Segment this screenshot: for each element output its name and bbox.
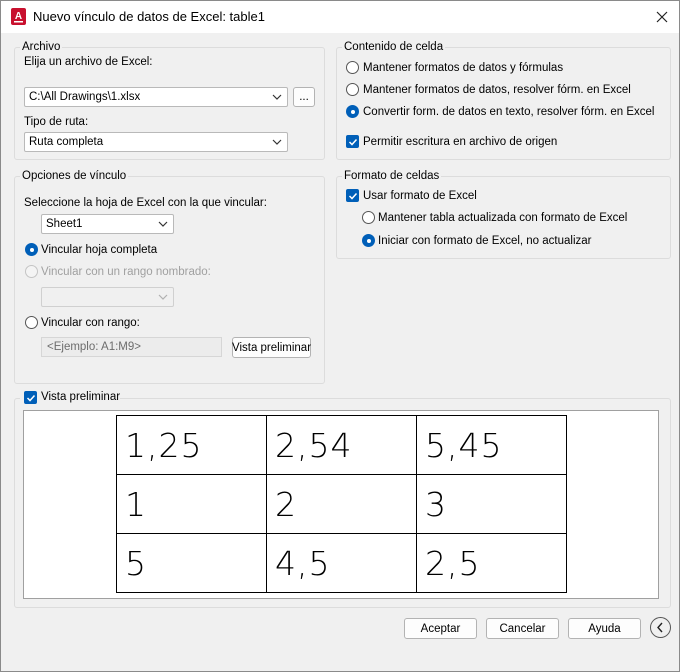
checkmark-icon	[348, 138, 358, 146]
sheet-label: Seleccione la hoja de Excel con la que v…	[24, 197, 267, 209]
chevron-left-icon	[657, 622, 663, 633]
radio-keep-updated[interactable]	[362, 211, 375, 224]
link-range-label: Vincular con rango:	[41, 317, 140, 329]
table-cell: 1	[116, 474, 267, 534]
window-title: Nuevo vínculo de datos de Excel: table1	[33, 9, 265, 24]
path-type-label: Tipo de ruta:	[24, 116, 89, 128]
preview-button[interactable]: Vista preliminar	[232, 337, 311, 358]
preview-checkbox[interactable]	[24, 391, 37, 404]
chevron-down-icon	[158, 294, 168, 300]
preview-area: 1,25 2,54 5,45 1 2 3 5 4,5 2,5	[23, 410, 659, 599]
formato-legend: Formato de celdas	[344, 170, 440, 182]
allow-write-checkbox[interactable]	[346, 135, 359, 148]
title-bar: A Nuevo vínculo de datos de Excel: table…	[1, 1, 679, 33]
convert-text-label: Convertir form. de datos en texto, resol…	[363, 106, 655, 118]
opciones-legend: Opciones de vínculo	[22, 170, 127, 182]
sheet-value: Sheet1	[46, 218, 83, 230]
use-excel-format-label: Usar formato de Excel	[363, 190, 477, 202]
range-input-field[interactable]	[42, 338, 221, 356]
file-label: Elija un archivo de Excel:	[24, 56, 153, 68]
preview-table: 1,25 2,54 5,45 1 2 3 5 4,5 2,5	[116, 415, 567, 593]
table-cell: 2,54	[266, 415, 417, 475]
radio-keep-formats[interactable]	[346, 61, 359, 74]
browse-button[interactable]: ...	[293, 87, 315, 107]
keep-updated-label: Mantener tabla actualizada con formato d…	[378, 212, 628, 224]
checkmark-icon	[348, 192, 358, 200]
help-button[interactable]: Ayuda	[568, 618, 641, 639]
path-type-combobox[interactable]: Ruta completa	[24, 132, 288, 152]
allow-write-label: Permitir escritura en archivo de origen	[363, 136, 558, 148]
table-row: 1,25 2,54 5,45	[116, 415, 567, 475]
resolve-excel-label: Mantener formatos de datos, resolver fór…	[363, 84, 631, 96]
preview-label: Vista preliminar	[41, 391, 121, 403]
keep-formats-label: Mantener formatos de datos y fórmulas	[363, 62, 564, 74]
sheet-combobox[interactable]: Sheet1	[41, 214, 174, 234]
radio-start-no-update[interactable]	[362, 234, 375, 247]
path-type-value: Ruta completa	[29, 136, 104, 148]
table-cell: 2	[266, 474, 417, 534]
file-value: C:\All Drawings\1.xlsx	[29, 91, 141, 103]
start-no-update-label: Iniciar con formato de Excel, no actuali…	[378, 235, 592, 247]
table-cell: 5	[116, 533, 267, 593]
table-row: 1 2 3	[116, 474, 567, 534]
table-cell: 4,5	[266, 533, 417, 593]
radio-link-range[interactable]	[25, 316, 38, 329]
chevron-down-icon	[158, 221, 168, 227]
radio-convert-text[interactable]	[346, 105, 359, 118]
svg-text:A: A	[15, 11, 22, 22]
radio-link-entire-sheet[interactable]	[25, 243, 38, 256]
checkmark-icon	[26, 394, 36, 402]
radio-link-named-range[interactable]	[25, 265, 38, 278]
file-combobox[interactable]: C:\All Drawings\1.xlsx	[24, 87, 288, 107]
chevron-down-icon	[272, 139, 282, 145]
dialog-window: A Nuevo vínculo de datos de Excel: table…	[0, 0, 680, 672]
table-cell: 1,25	[116, 415, 267, 475]
table-cell: 3	[416, 474, 567, 534]
radio-resolve-excel[interactable]	[346, 83, 359, 96]
range-input[interactable]	[41, 337, 222, 357]
use-excel-format-checkbox[interactable]	[346, 189, 359, 202]
ok-button[interactable]: Aceptar	[404, 618, 477, 639]
chevron-down-icon	[272, 94, 282, 100]
link-entire-label: Vincular hoja completa	[41, 244, 158, 256]
close-icon	[656, 11, 668, 23]
autocad-app-icon: A	[11, 8, 26, 25]
archivo-legend: Archivo	[22, 41, 61, 53]
table-cell: 5,45	[416, 415, 567, 475]
contenido-legend: Contenido de celda	[344, 41, 444, 53]
table-cell: 2,5	[416, 533, 567, 593]
collapse-button[interactable]	[650, 617, 671, 638]
link-named-label: Vincular con un rango nombrado:	[41, 266, 211, 278]
cancel-button[interactable]: Cancelar	[486, 618, 559, 639]
named-range-combobox[interactable]	[41, 287, 174, 307]
table-row: 5 4,5 2,5	[116, 533, 567, 593]
close-button[interactable]	[649, 5, 675, 29]
